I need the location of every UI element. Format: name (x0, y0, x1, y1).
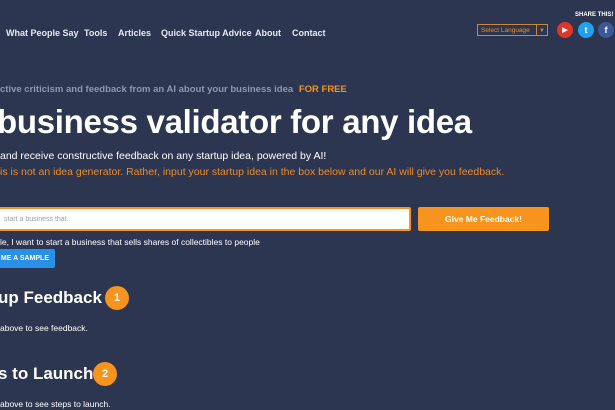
twitter-icon[interactable]: t (578, 22, 594, 38)
section-hint-launch: above to see steps to launch. (0, 399, 111, 409)
subheadline: ctive criticism and feedback from an AI … (0, 84, 347, 95)
share-label: SHARE THIS! (575, 12, 614, 18)
nav-link-tools[interactable]: Tools (84, 28, 107, 38)
section-title-feedback: up Feedback (0, 288, 102, 307)
facebook-icon[interactable]: f (598, 22, 614, 38)
youtube-icon[interactable]: ▶ (557, 22, 573, 38)
nav-link-articles[interactable]: Articles (118, 28, 151, 38)
twitter-glyph: t (584, 25, 588, 35)
page-note: is is not an idea generator. Rather, inp… (0, 166, 505, 178)
section-number-badge: 1 (105, 286, 129, 310)
free-label: FOR FREE (298, 84, 347, 95)
give-feedback-button[interactable]: Give Me Feedback! (418, 207, 549, 231)
example-text: le, I want to start a business that sell… (0, 237, 260, 247)
nav-link-about[interactable]: About (255, 28, 281, 38)
section-title-launch: s to Launch (0, 364, 94, 383)
facebook-glyph: f (604, 25, 608, 35)
language-select[interactable]: Select Language ▼ (477, 24, 548, 36)
nav-link-contact[interactable]: Contact (292, 28, 326, 38)
nav-link-quick-startup-advice[interactable]: Quick Startup Advice (161, 28, 252, 38)
subheadline-text: ctive criticism and feedback from an AI … (0, 84, 294, 95)
chevron-down-icon: ▼ (536, 25, 547, 35)
page-title: business validator for any idea (0, 103, 472, 140)
section-number-badge: 2 (93, 362, 117, 386)
language-select-value: Select Language (481, 27, 530, 34)
page-description: and receive constructive feedback on any… (0, 150, 327, 162)
sample-button[interactable]: ME A SAMPLE (0, 249, 55, 268)
section-hint-feedback: above to see feedback. (0, 323, 88, 333)
nav-link-what-people-say[interactable]: What People Say (6, 28, 79, 38)
youtube-glyph: ▶ (562, 27, 568, 34)
idea-input[interactable] (0, 207, 411, 231)
